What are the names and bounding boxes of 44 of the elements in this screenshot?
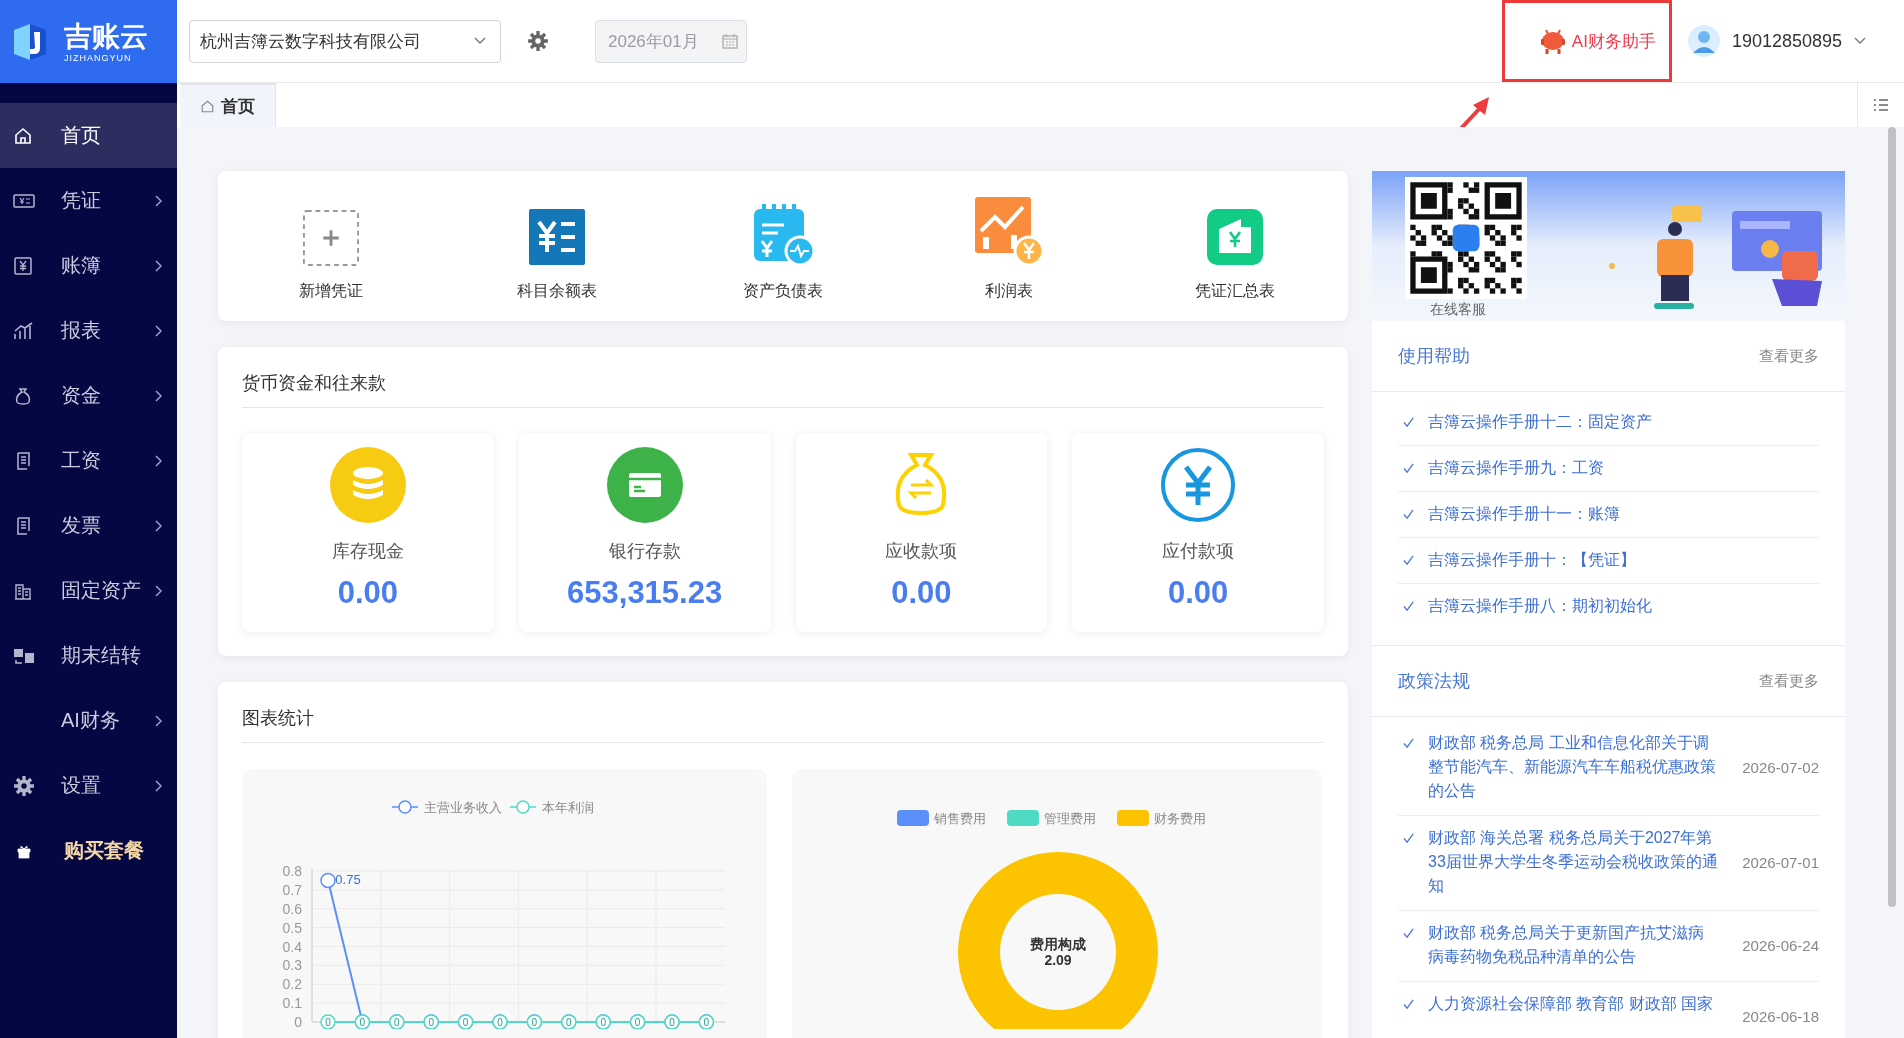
legend-label: 管理费用 — [1044, 811, 1096, 826]
donut-center-value: 2.09 — [1044, 952, 1072, 968]
axis-label: 0.2 — [282, 976, 302, 993]
data-label: 0 — [462, 1016, 469, 1028]
data-label: 0 — [359, 1016, 366, 1028]
policy-title: 财政部 税务总局关于更新国产抗艾滋病病毒药物免税品种清单的公告 — [1428, 923, 1706, 967]
axis-label: 0.8 — [282, 863, 302, 879]
data-label: 0 — [600, 1016, 606, 1028]
policy-title: 财政部 海关总署 税务总局关于2027年第33届世界大学生冬季运动会税收政策的通知 — [1428, 828, 1718, 896]
axis-label: 0.4 — [282, 938, 302, 955]
policy-title: 财政部 税务总局 工业和信息化部关于调整节能汽车、新能源汽车车船税优惠政策的公告 — [1428, 733, 1717, 801]
axis-label: 0.5 — [282, 919, 302, 936]
policy-title: 人力资源社会保障部 教育部 财政部 国家 — [1428, 994, 1715, 1014]
legend-label: 本年利润 — [542, 800, 594, 815]
panel-title: 使用帮助 — [1398, 345, 1470, 368]
axis-label: 0.1 — [282, 995, 302, 1012]
donut-center-title: 费用构成 — [1030, 936, 1086, 952]
data-label: 0 — [325, 1016, 331, 1028]
policy-date: 2026-06-18 — [1742, 1007, 1819, 1025]
data-label: 0 — [566, 1016, 572, 1028]
policy-date: 2026-06-24 — [1742, 936, 1819, 954]
legend-label: 主营业务收入 — [424, 800, 502, 815]
section-title: 图表统计 — [242, 682, 1324, 743]
axis-label: 0.6 — [282, 900, 302, 917]
data-label: 0 — [394, 1016, 400, 1028]
section-title: 货币资金和往来款 — [242, 347, 1324, 408]
axis-label: 0 — [294, 1014, 302, 1029]
data-label: 0 — [669, 1016, 675, 1028]
legend-label: 财务费用 — [1154, 811, 1206, 826]
data-label: 0 — [634, 1016, 641, 1028]
axis-label: 0.3 — [282, 957, 302, 974]
logo-subtitle: JIZHANGYUN — [64, 52, 133, 63]
axis-label: 0.7 — [282, 881, 302, 898]
data-label: 0 — [497, 1016, 503, 1028]
legend-label: 销售费用 — [933, 811, 986, 826]
policy-date: 2026-07-01 — [1742, 853, 1819, 871]
data-label: 0 — [531, 1016, 538, 1028]
data-label: 0 — [703, 1016, 710, 1028]
banner-caption: 在线客服 — [1430, 301, 1486, 319]
policy-date: 2026-07-02 — [1742, 758, 1819, 776]
data-label: 0.75 — [335, 872, 361, 888]
logo-name: 吉账云 — [64, 20, 148, 53]
data-label: 0 — [428, 1016, 434, 1028]
panel-title: 政策法规 — [1398, 670, 1470, 693]
